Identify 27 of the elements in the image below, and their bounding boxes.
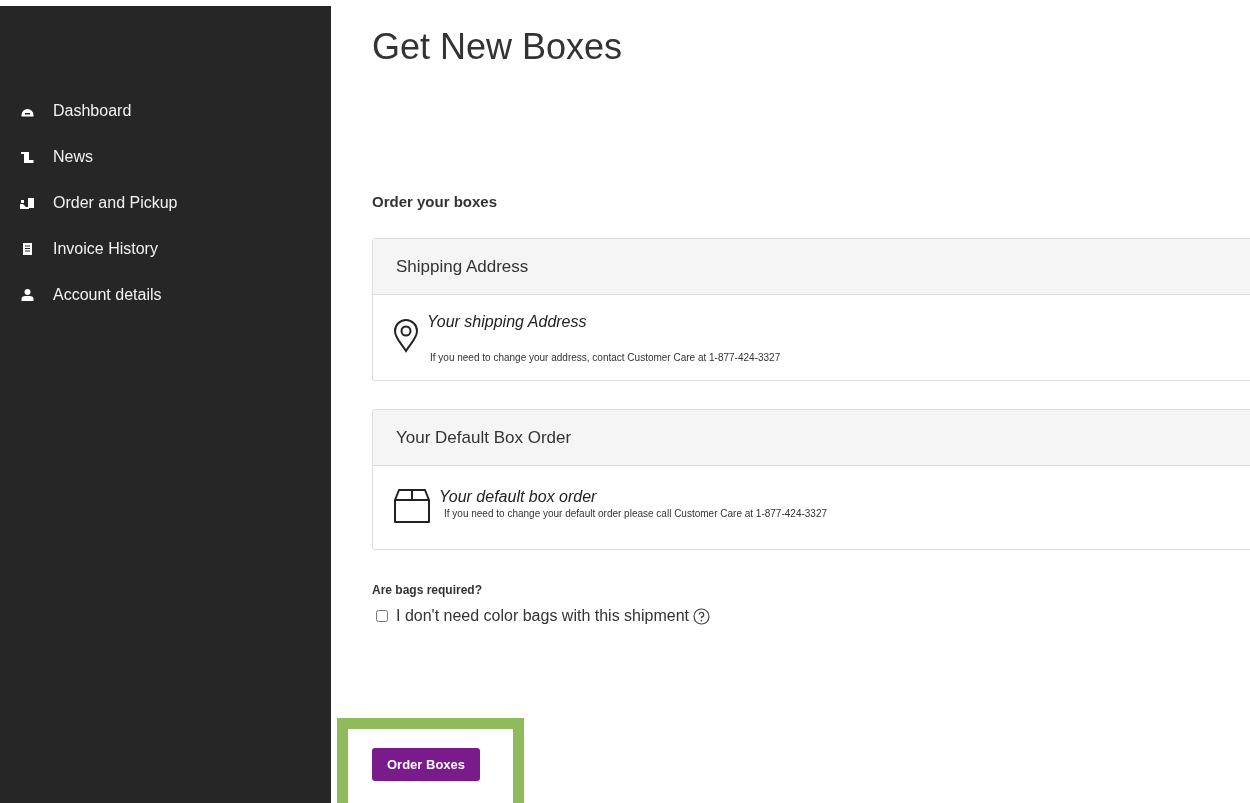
page-title: Get New Boxes bbox=[372, 26, 624, 68]
sidebar-item[interactable]: Dashboard bbox=[0, 100, 331, 122]
bags-question: Are bags required? bbox=[372, 583, 484, 597]
sidebar-item[interactable]: Account details bbox=[0, 284, 331, 306]
card-title: Your shipping Address bbox=[427, 313, 588, 331]
checkbox-label: I don't need color bags with this shipment bbox=[396, 607, 689, 625]
section-title: Order your boxes bbox=[372, 193, 499, 210]
help-icon[interactable] bbox=[693, 607, 710, 625]
sidebar-item[interactable]: Invoice History bbox=[0, 238, 331, 260]
sidebar-item[interactable]: Order and Pickup bbox=[0, 192, 331, 214]
sidebar-item-label: Dashboard bbox=[53, 102, 132, 120]
box-icon bbox=[393, 488, 431, 524]
card-title: Your default box order bbox=[439, 488, 598, 506]
checkbox[interactable] bbox=[376, 610, 388, 622]
sidebar-item-label: News bbox=[53, 148, 93, 166]
card-header: Your Default Box Order bbox=[373, 410, 1250, 466]
order-boxes-button[interactable]: Order Boxes bbox=[372, 747, 481, 781]
sidebar-item-label: Account details bbox=[53, 286, 162, 304]
location-pin-icon bbox=[393, 319, 419, 353]
help-note: If you need to change your address, contact Customer Care at 1-877-424-3327 bbox=[430, 352, 781, 363]
help-note: If you need to change your default order please call Customer Care at 1-877-424-3327 bbox=[444, 508, 827, 519]
receipt-icon bbox=[20, 243, 35, 255]
card-header: Shipping Address bbox=[373, 239, 1250, 295]
user-icon bbox=[20, 289, 35, 301]
sidebar-item-label: Order and Pickup bbox=[53, 194, 178, 212]
sidebar-item-label: Invoice History bbox=[53, 240, 158, 258]
sidebar-item[interactable]: News bbox=[0, 146, 331, 168]
